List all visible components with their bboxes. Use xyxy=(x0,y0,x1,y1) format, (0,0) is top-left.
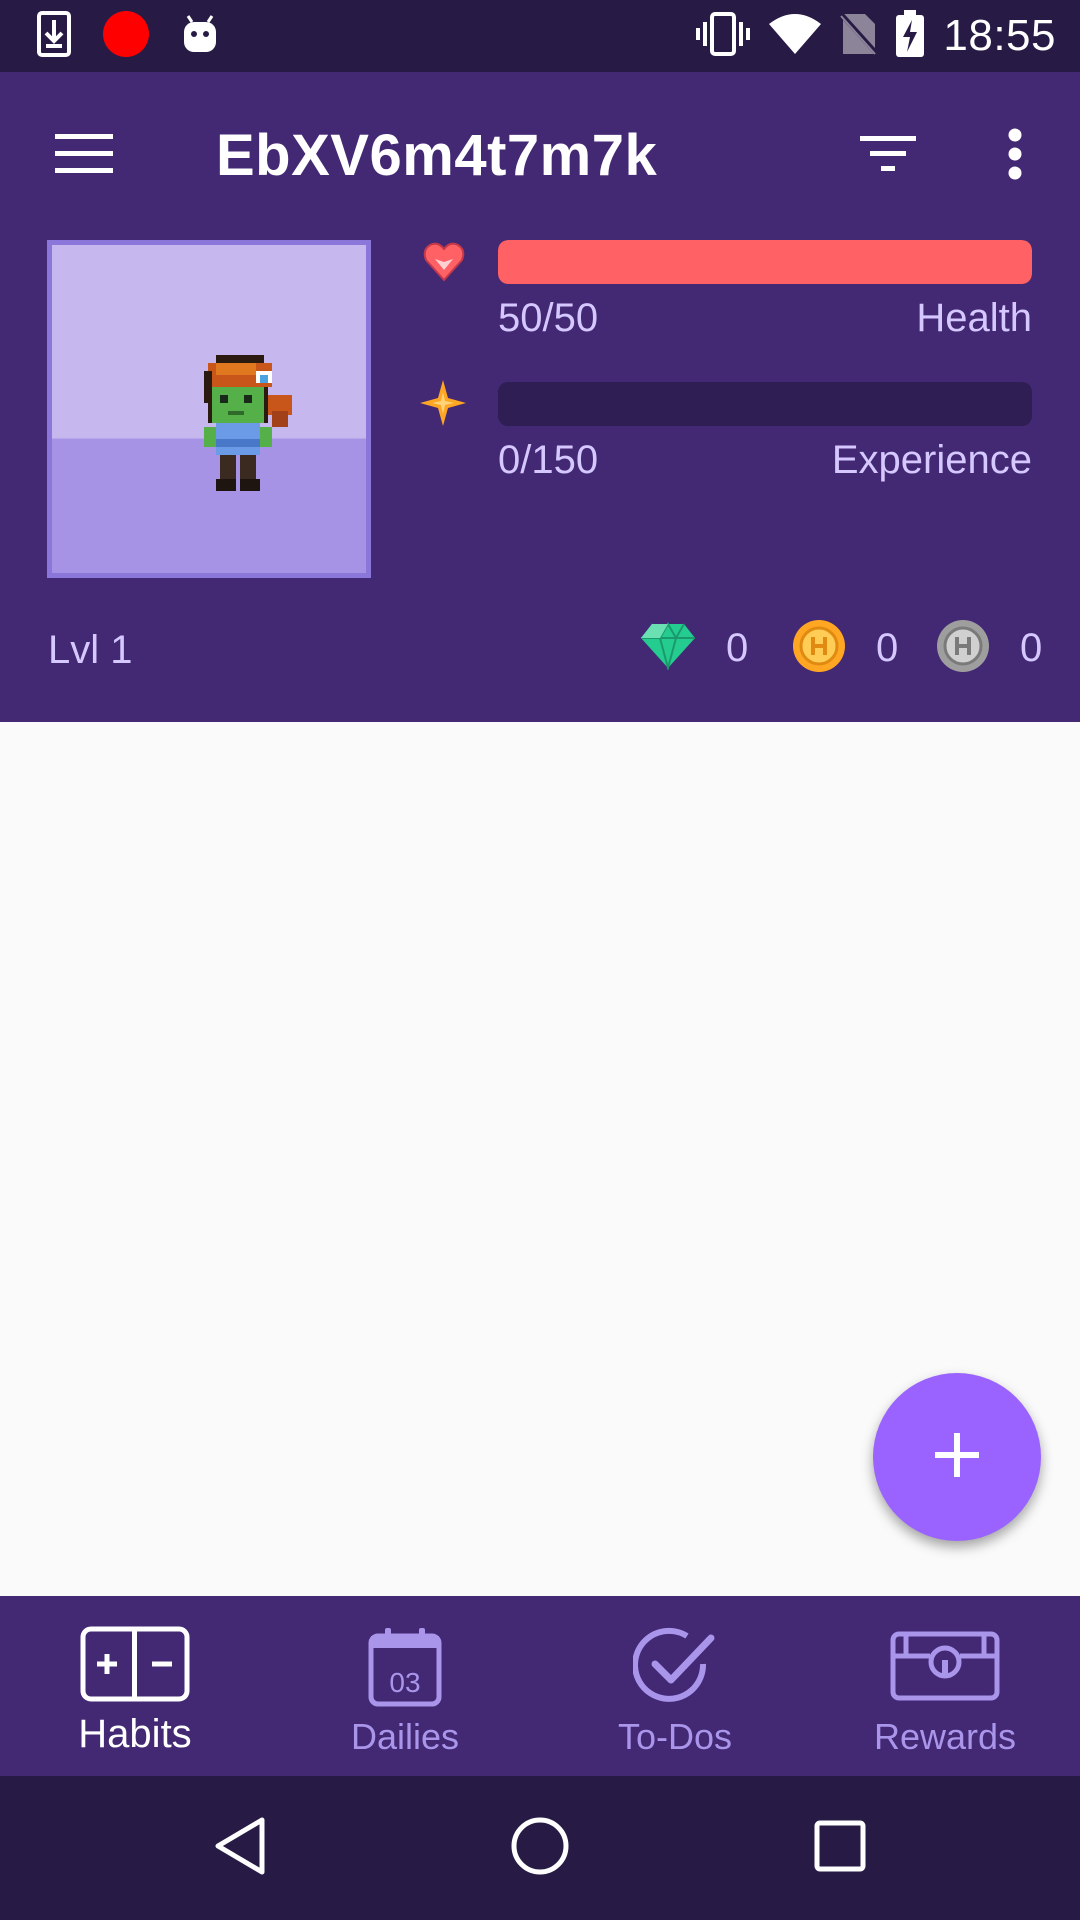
experience-bar xyxy=(498,382,1032,426)
status-bar-left xyxy=(36,10,220,63)
more-options-button[interactable] xyxy=(980,120,1050,192)
check-circle-icon xyxy=(632,1626,717,1713)
add-task-button[interactable] xyxy=(873,1373,1041,1541)
health-label: Health xyxy=(916,296,1032,340)
calendar-day-text: 03 xyxy=(389,1667,420,1698)
tab-rewards[interactable]: Rewards xyxy=(810,1596,1080,1776)
toolbar: EbXV6m4t7m7k xyxy=(0,72,1080,240)
silver-coin-icon xyxy=(936,619,990,678)
back-icon xyxy=(212,1816,268,1881)
avatar[interactable] xyxy=(47,240,371,578)
gold-counter: 0 xyxy=(792,619,899,678)
system-navigation-bar xyxy=(0,1776,1080,1920)
tab-todos[interactable]: To-Dos xyxy=(540,1596,810,1776)
battery-charging-icon xyxy=(895,9,925,63)
calendar-icon: 03 xyxy=(367,1626,443,1713)
experience-label: Experience xyxy=(831,438,1032,482)
android-icon xyxy=(180,12,220,61)
gold-coin-icon xyxy=(792,619,846,678)
download-icon xyxy=(36,10,72,63)
filter-icon xyxy=(860,134,916,179)
tab-habits[interactable]: Habits xyxy=(0,1596,270,1776)
app-header: EbXV6m4t7m7k 50/50 Health 0/150 Experien… xyxy=(0,72,1080,722)
health-value: 50/50 xyxy=(498,296,599,340)
tab-dailies-label: Dailies xyxy=(350,1716,460,1757)
home-icon xyxy=(510,1816,570,1881)
gem-icon xyxy=(640,621,696,675)
gold-count: 0 xyxy=(876,625,899,670)
gem-count: 0 xyxy=(726,625,749,670)
tab-rewards-label: Rewards xyxy=(873,1716,1017,1757)
tab-habits-label: Habits xyxy=(78,1712,192,1756)
back-button[interactable] xyxy=(204,1812,276,1884)
bottom-navigation: Habits 03 Dailies To-Dos Rewards xyxy=(0,1596,1080,1776)
gem-counter: 0 xyxy=(640,620,748,676)
vibrate-icon xyxy=(695,11,751,61)
star-icon xyxy=(418,378,468,433)
recents-icon xyxy=(814,1820,866,1877)
hourglass-count: 0 xyxy=(1020,625,1043,670)
wifi-icon xyxy=(767,12,823,61)
heart-icon xyxy=(422,240,466,289)
experience-value: 0/150 xyxy=(498,438,599,482)
level-text: Lvl 1 xyxy=(48,628,133,672)
status-bar: 18:55 xyxy=(0,0,1080,72)
recents-button[interactable] xyxy=(804,1812,876,1884)
filter-button[interactable] xyxy=(844,120,932,192)
tab-todos-label: To-Dos xyxy=(617,1716,733,1757)
plus-icon xyxy=(933,1431,981,1484)
more-vert-icon xyxy=(1007,128,1023,185)
home-button[interactable] xyxy=(504,1812,576,1884)
habits-icon xyxy=(80,1626,190,1707)
menu-button[interactable] xyxy=(40,120,128,192)
status-clock: 18:55 xyxy=(943,11,1056,60)
health-bar xyxy=(498,240,1032,284)
tab-dailies[interactable]: 03 Dailies xyxy=(270,1596,540,1776)
hourglass-counter: 0 xyxy=(936,619,1043,678)
record-dot-icon xyxy=(102,10,150,63)
health-bar-fill xyxy=(498,240,1032,284)
avatar-sprite xyxy=(204,355,292,491)
menu-icon xyxy=(55,133,113,179)
page-title: EbXV6m4t7m7k xyxy=(216,123,658,188)
status-bar-right: 18:55 xyxy=(695,9,1056,63)
no-sim-icon xyxy=(839,11,880,61)
treasure-chest-icon xyxy=(890,1626,1000,1707)
